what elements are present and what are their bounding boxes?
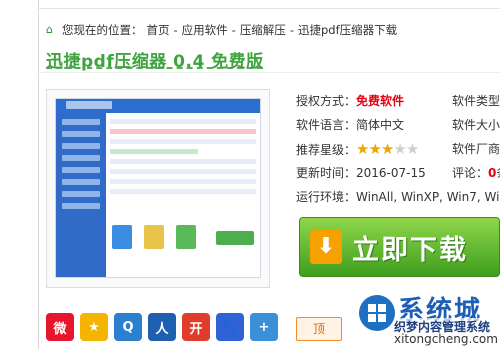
page-frame: ⌂ 您现在的位置： 首页 - 应用软件 - 压缩解压 - 迅捷pdf压缩器下载 … [0, 0, 500, 349]
qzone-share-icon[interactable]: ★ [80, 313, 108, 341]
tencent-weibo-share-icon[interactable]: Q [114, 313, 142, 341]
windows-logo-icon [359, 295, 395, 331]
top-border [0, 0, 500, 9]
breadcrumb-apps-link[interactable]: 应用软件 [182, 22, 228, 38]
rating-stars: ★★★★★ [356, 140, 419, 158]
software-info-right: 软件类型： 软件大小： 软件厂商： 评论：0条 [452, 89, 500, 185]
title-divider [38, 72, 500, 73]
download-button-label: 立即下载 [352, 235, 468, 266]
star-icon: ★ [405, 140, 419, 158]
star-icon: ★ [368, 140, 381, 158]
download-now-button[interactable]: ⬇ 立即下载 [299, 217, 500, 277]
kaixin-share-icon[interactable]: 开 [182, 313, 210, 341]
updated-value: 2016-07-15 [356, 166, 426, 180]
info-type: 软件类型： [452, 94, 500, 108]
language-value: 简体中文 [356, 118, 405, 132]
app-window-thumbnail [55, 98, 261, 278]
weibo-share-icon[interactable]: 微 [46, 313, 74, 341]
vote-up-button[interactable]: 顶 [296, 317, 342, 341]
baidu-share-icon[interactable]: 🐾 [216, 313, 244, 341]
share-bar: 微 ★ Q 人开 🐾 + [46, 313, 278, 341]
breadcrumb-home-link[interactable]: 首页 [147, 22, 170, 38]
page-title: 迅捷pdf压缩器 0.4 免费版 [46, 52, 264, 72]
site-watermark: 系统城 织梦内容管理系统 xitongcheng.com [358, 290, 500, 349]
home-icon: ⌂ [46, 23, 53, 36]
more-share-icon[interactable]: + [250, 313, 278, 341]
environment-value: WinAll, WinXP, Win7, Win10 [356, 190, 500, 204]
renren-share-icon[interactable]: 人 [148, 313, 176, 341]
breadcrumb-current-link[interactable]: 迅捷pdf压缩器下载 [298, 22, 397, 38]
software-screenshot[interactable] [46, 89, 270, 288]
watermark-url: xitongcheng.com [394, 332, 498, 346]
star-icon: ★ [393, 140, 406, 158]
breadcrumb-separator: - [173, 23, 178, 37]
breadcrumb: ⌂ 您现在的位置： 首页 - 应用软件 - 压缩解压 - 迅捷pdf压缩器下载 [46, 22, 397, 38]
download-arrow-icon: ⬇ [310, 230, 342, 264]
info-environment: 运行环境：WinAll, WinXP, Win7, Win10 [296, 185, 500, 209]
info-vendor: 软件厂商： [452, 142, 500, 156]
info-size: 软件大小： [452, 118, 500, 132]
breadcrumb-separator: - [231, 23, 236, 37]
breadcrumb-compress-link[interactable]: 压缩解压 [240, 22, 286, 38]
star-icon: ★ [380, 140, 394, 158]
license-value: 免费软件 [356, 94, 405, 108]
info-comments: 评论：0条 [452, 166, 500, 180]
left-border [0, 0, 39, 349]
breadcrumb-prefix: 您现在的位置： [62, 23, 143, 37]
breadcrumb-separator: - [289, 23, 294, 37]
star-icon: ★ [356, 140, 369, 158]
